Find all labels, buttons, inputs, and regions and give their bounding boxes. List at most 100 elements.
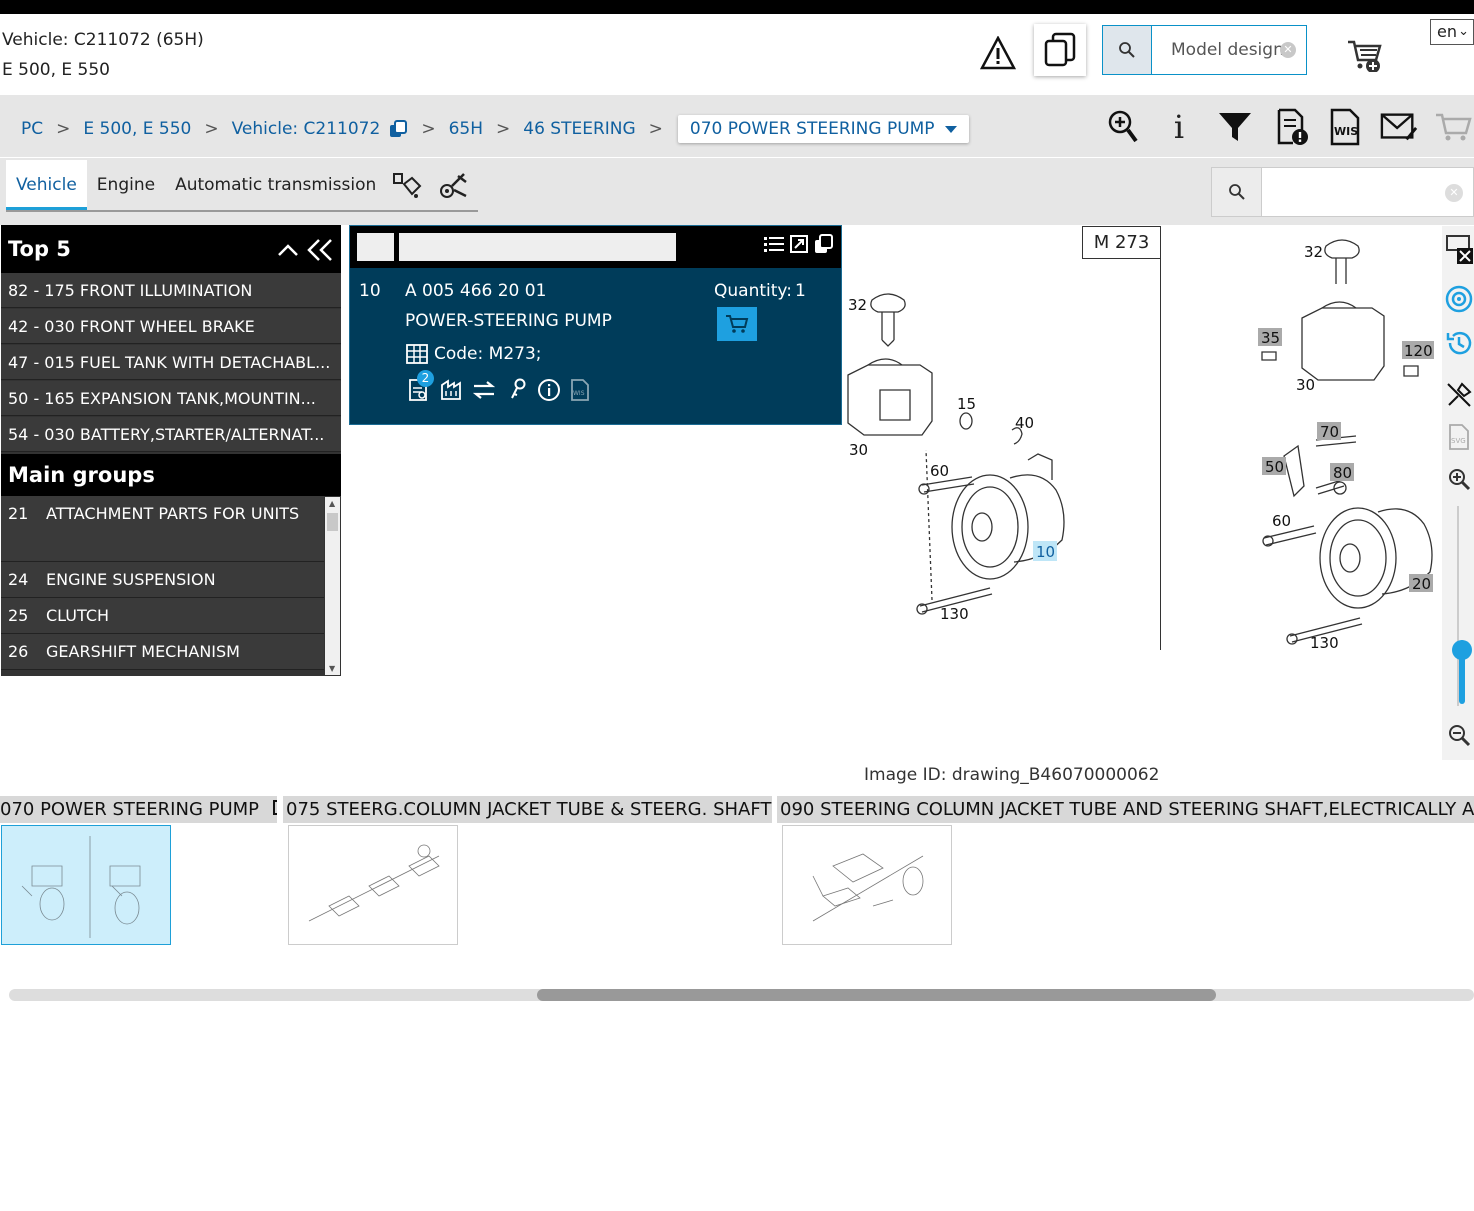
zoom-in-icon[interactable] xyxy=(1444,464,1474,494)
close-view-icon[interactable] xyxy=(1444,234,1474,264)
svg-export-icon[interactable]: SVG xyxy=(1444,422,1474,452)
thumbnail-070[interactable] xyxy=(1,825,171,945)
tab-automatic-transmission[interactable]: Automatic transmission xyxy=(165,160,386,210)
callout-label[interactable]: 130 xyxy=(1310,634,1339,652)
main-group-item[interactable]: 21 ATTACHMENT PARTS FOR UNITS xyxy=(1,496,324,562)
warning-icon[interactable] xyxy=(979,35,1017,70)
drawing-divider xyxy=(1160,226,1161,650)
add-to-cart-button[interactable] xyxy=(717,307,757,341)
zoom-out-icon[interactable] xyxy=(1444,720,1474,750)
filter-icon[interactable] xyxy=(1216,108,1254,146)
callout-label[interactable]: 35 xyxy=(1261,329,1280,347)
paint-bucket-icon xyxy=(393,173,422,198)
thumbnail-075[interactable] xyxy=(288,825,458,945)
main-group-item[interactable]: 24 ENGINE SUSPENSION xyxy=(1,562,324,598)
tab-engine[interactable]: Engine xyxy=(87,160,165,210)
breadcrumb-model[interactable]: E 500, E 550 xyxy=(83,119,191,139)
part-code: Code: M273; xyxy=(434,344,542,364)
unpin-icon[interactable] xyxy=(1444,380,1474,410)
clear-icon[interactable]: ✕ xyxy=(1445,184,1463,202)
cart-icon[interactable] xyxy=(1434,108,1472,146)
callout-label[interactable]: 60 xyxy=(930,462,949,480)
key-icon[interactable] xyxy=(509,378,527,404)
search-icon[interactable] xyxy=(1103,26,1152,74)
cart-add-icon[interactable] xyxy=(1346,38,1386,73)
parts-drawing[interactable]: 32 30 15 40 60 10 130 32 35 120 30 70 50… xyxy=(843,225,1443,655)
main-groups-scrollbar[interactable]: ▲ ▼ xyxy=(325,497,340,675)
model-search[interactable]: Model design ✕ xyxy=(1102,25,1307,75)
wrench-gear-icon xyxy=(440,173,467,198)
double-chevron-left-icon[interactable] xyxy=(307,225,333,273)
svg-text:SVG: SVG xyxy=(1451,437,1466,445)
callout-label[interactable]: 60 xyxy=(1272,512,1291,530)
callout-label[interactable]: 70 xyxy=(1320,423,1339,441)
edit-icon[interactable] xyxy=(272,797,277,824)
part-position: 10 xyxy=(359,281,381,301)
callout-label[interactable]: 30 xyxy=(849,441,868,459)
top5-item[interactable]: 82 - 175 FRONT ILLUMINATION xyxy=(1,273,341,308)
collapse-icon[interactable] xyxy=(277,225,299,273)
thumbnail-title[interactable]: 075 STEERG.COLUMN JACKET TUBE & STEERG. … xyxy=(283,796,772,823)
part-name: POWER-STEERING PUMP xyxy=(405,311,612,331)
part-number[interactable]: A 005 466 20 01 xyxy=(405,281,546,301)
breadcrumb-pc[interactable]: PC xyxy=(21,119,43,139)
callout-label[interactable]: 130 xyxy=(940,605,969,623)
callout-label[interactable]: 15 xyxy=(957,395,976,413)
tab-vehicle[interactable]: Vehicle xyxy=(6,160,87,210)
breadcrumb: PC > E 500, E 550 > Vehicle: C211072 > 6… xyxy=(21,115,969,143)
top5-item[interactable]: 50 - 165 EXPANSION TANK,MOUNTIN... xyxy=(1,381,341,416)
search-input[interactable]: Model design xyxy=(1171,40,1283,60)
thumbnail-title[interactable]: 090 STEERING COLUMN JACKET TUBE AND STEE… xyxy=(777,796,1474,823)
wis-icon[interactable]: WIS xyxy=(1326,108,1364,146)
breadcrumb-current-dropdown[interactable]: 070 POWER STEERING PUMP xyxy=(677,115,969,143)
thumbnail-title-text: 075 STEERG.COLUMN JACKET TUBE & STEERG. … xyxy=(286,799,772,820)
top5-item[interactable]: 47 - 015 FUEL TANK WITH DETACHABL... xyxy=(1,345,341,380)
tab-accessories[interactable] xyxy=(430,160,478,210)
search-icon[interactable] xyxy=(1212,168,1262,216)
copy-button[interactable] xyxy=(1034,24,1086,76)
callout-label[interactable]: 32 xyxy=(848,296,867,314)
breadcrumb-engine[interactable]: 65H xyxy=(449,119,483,139)
breadcrumb-vehicle[interactable]: Vehicle: C211072 xyxy=(232,119,381,139)
copy-vin-icon[interactable] xyxy=(388,119,408,139)
parts-search[interactable]: ✕ xyxy=(1211,167,1474,217)
document-alert-icon[interactable] xyxy=(1273,108,1311,146)
tab-paint[interactable] xyxy=(386,160,430,210)
thumbnail-scrollbar-thumb[interactable] xyxy=(537,989,1216,1001)
position-filter-input[interactable] xyxy=(357,233,394,261)
history-icon[interactable] xyxy=(1444,328,1474,358)
copy-icon[interactable] xyxy=(814,234,834,258)
swap-arrows-icon[interactable] xyxy=(472,380,496,404)
mail-edit-icon[interactable] xyxy=(1380,108,1418,146)
thumbnail-090[interactable] xyxy=(782,825,952,945)
callout-label[interactable]: 32 xyxy=(1304,243,1323,261)
target-icon[interactable] xyxy=(1444,284,1474,314)
callout-label[interactable]: 50 xyxy=(1265,458,1284,476)
factory-icon[interactable] xyxy=(440,379,464,405)
clear-icon[interactable]: ✕ xyxy=(1280,42,1296,58)
main-group-number: 24 xyxy=(8,570,29,589)
top5-item[interactable]: 42 - 030 FRONT WHEEL BRAKE xyxy=(1,309,341,344)
zoom-slider-handle[interactable] xyxy=(1452,640,1472,660)
callout-label-selected[interactable]: 10 xyxy=(1036,543,1055,561)
callout-label[interactable]: 30 xyxy=(1296,376,1315,394)
breadcrumb-group[interactable]: 46 STEERING xyxy=(523,119,635,139)
zoom-icon[interactable] xyxy=(1104,108,1142,146)
info-circle-icon[interactable] xyxy=(537,378,561,406)
top5-item[interactable]: 54 - 030 BATTERY,STARTER/ALTERNAT... xyxy=(1,417,341,452)
main-group-item[interactable]: 25 CLUTCH xyxy=(1,598,324,634)
callout-label[interactable]: 120 xyxy=(1404,342,1433,360)
thumbnail-title[interactable]: 070 POWER STEERING PUMP xyxy=(0,796,277,823)
footnote-icon[interactable]: 2 xyxy=(408,370,434,404)
main-group-item[interactable]: 26 GEARSHIFT MECHANISM xyxy=(1,634,324,670)
callout-label[interactable]: 80 xyxy=(1333,464,1352,482)
info-icon[interactable]: i xyxy=(1160,108,1198,146)
callout-label[interactable]: 40 xyxy=(1015,414,1034,432)
list-icon[interactable] xyxy=(764,236,784,258)
callout-label[interactable]: 20 xyxy=(1412,575,1431,593)
expand-icon[interactable] xyxy=(790,235,808,257)
part-filter-input[interactable] xyxy=(399,233,676,261)
wis-document-icon[interactable]: WIS xyxy=(570,378,590,406)
part-detail-panel: 10 A 005 466 20 01 Quantity: 1 POWER-STE… xyxy=(349,225,842,425)
language-select[interactable]: en ⌄ xyxy=(1430,19,1474,45)
